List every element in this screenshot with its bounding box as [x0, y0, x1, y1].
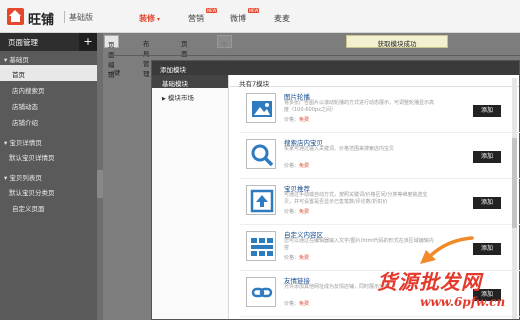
sidebar-item-shop-intro[interactable]: 店铺介绍 [0, 113, 97, 129]
add-module-button[interactable]: 添加 [473, 243, 501, 255]
new-badge: NEW [248, 8, 260, 13]
price-value: 免费 [299, 301, 310, 307]
page-management-sidebar: 页面管理 + ▾ 基础页 首页 店内搜索页 店铺动态 店铺介绍 ▾ 宝贝详情页 … [0, 33, 97, 320]
brand-divider [64, 11, 65, 23]
tab-page-properties[interactable]: 页面属性 [178, 35, 191, 78]
sidebar-group-basic[interactable]: ▾ 基础页 [0, 51, 97, 65]
arrow-annotation-icon [420, 236, 474, 264]
watermark-text: 货源批发网 [377, 270, 482, 294]
nav-weibo[interactable]: 微博 [230, 13, 246, 24]
edition-label: 基础版 [69, 13, 93, 22]
plus-icon[interactable]: + [79, 33, 97, 51]
sidebar-item-custom-page[interactable]: 自定义页面 [0, 199, 97, 215]
sidebar-group-label: 宝贝详情页 [9, 139, 42, 147]
module-price: 价格：免费 [284, 254, 309, 261]
sidebar-group-item-list[interactable]: ▾ 宝贝列表页 [0, 169, 97, 183]
sidebar-item-home[interactable]: 首页 [0, 65, 97, 81]
nav-decorate-label: 装修 [139, 14, 155, 23]
house-logo-icon[interactable] [7, 8, 24, 25]
module-price: 价格：免费 [284, 300, 309, 307]
tab-page-edit[interactable]: 页面编辑 [104, 35, 119, 79]
list-item: 搜索店内宝贝 买家可通过输入关键词、价格范围来搜索店内宝贝 价格：免费 添加 [240, 135, 520, 179]
success-toast: 获取模块成功 [346, 35, 448, 48]
sidebar-header: 页面管理 + [0, 33, 97, 51]
price-value: 免费 [299, 163, 310, 169]
tab-not-editable: 不可编辑 [217, 35, 232, 79]
module-list-scrollbar[interactable] [512, 78, 517, 319]
module-price: 价格：免费 [284, 116, 309, 123]
module-count: 共有7模块 [230, 75, 519, 88]
module-price: 价格：免费 [284, 208, 309, 215]
price-value: 免费 [299, 117, 310, 123]
brand-name[interactable]: 旺铺 [28, 9, 54, 28]
sidebar-item-default-category[interactable]: 默认宝贝分类页 [0, 183, 97, 199]
link-icon [246, 277, 276, 307]
add-module-button[interactable]: 添加 [473, 197, 501, 209]
module-price: 价格：免费 [284, 162, 309, 169]
triangle-right-icon: ▶ [162, 96, 166, 102]
workspace-stub-text: 一键 [108, 70, 121, 77]
workspace-divider [108, 55, 520, 56]
upload-arrow-icon [246, 185, 276, 215]
price-label: 价格： [284, 209, 300, 215]
module-description: 可通过手动或自动方式，按照关键词/价格区间/分类等维度挑选宝贝，并可设置是否显示… [284, 192, 428, 205]
sidebar-item-shop-news[interactable]: 店铺动态 [0, 97, 97, 113]
sidebar-group-item-detail[interactable]: ▾ 宝贝详情页 [0, 134, 97, 148]
list-item: 宝贝推荐 可通过手动或自动方式，按照关键词/价格区间/分类等维度挑选宝贝，并可设… [240, 181, 520, 225]
tab-layout-manage[interactable]: 布局管理 [140, 35, 153, 78]
search-icon [246, 139, 276, 169]
dialog-title: 添加模块 [152, 61, 519, 75]
sidebar-title: 页面管理 [8, 38, 38, 47]
chevron-down-icon: ▾ [157, 16, 161, 23]
add-module-button[interactable]: 添加 [473, 151, 501, 163]
price-label: 价格： [284, 117, 300, 123]
top-bar: 旺铺 基础版 装修 ▾ 营销 NEW 微博 NEW 麦麦 [0, 0, 520, 33]
category-module-market[interactable]: ▶ 模块市场 [152, 88, 228, 102]
price-value: 免费 [299, 255, 310, 261]
scrollbar-thumb[interactable] [512, 138, 517, 228]
price-label: 价格： [284, 163, 300, 169]
module-category-panel: 基础模块 ▶ 模块市场 [152, 75, 229, 319]
list-item: 自定义内容区 您可以通过在编辑器输入文字/图片/html代码的形式在该区域编辑内… [240, 227, 520, 271]
sidebar-item-default-detail[interactable]: 默认宝贝详情页 [0, 148, 97, 164]
module-description: 您可以通过在编辑器输入文字/图片/html代码的形式在该区域编辑内容 [284, 238, 434, 251]
watermark-url: www.6pfw.cn [420, 295, 506, 309]
category-basic-modules[interactable]: 基础模块 [152, 75, 228, 88]
price-label: 价格： [284, 301, 300, 307]
category-label: 模块市场 [167, 94, 194, 102]
sidebar-group-label: 基础页 [9, 56, 29, 64]
nav-decorate[interactable]: 装修 ▾ [139, 13, 160, 24]
nav-maimai[interactable]: 麦麦 [274, 13, 290, 24]
module-description: 将多张广告图片以滚动轮播的方式进行动态展示，可调整轮播显示高度（100-600p… [284, 100, 435, 113]
image-carousel-icon [246, 93, 276, 123]
module-description: 买家可通过输入关键词、价格范围来搜索店内宝贝 [284, 146, 395, 152]
price-label: 价格： [284, 255, 300, 261]
nav-marketing[interactable]: 营销 [188, 13, 204, 24]
add-module-button[interactable]: 添加 [473, 105, 501, 117]
sidebar-group-label: 宝贝列表页 [9, 174, 42, 182]
price-value: 免费 [299, 209, 310, 215]
list-item: 图片轮播 将多张广告图片以滚动轮播的方式进行动态展示，可调整轮播显示高度（100… [240, 89, 520, 133]
sidebar-item-search-page[interactable]: 店内搜索页 [0, 81, 97, 97]
layout-grid-icon [246, 231, 276, 261]
new-badge: NEW [206, 8, 218, 13]
